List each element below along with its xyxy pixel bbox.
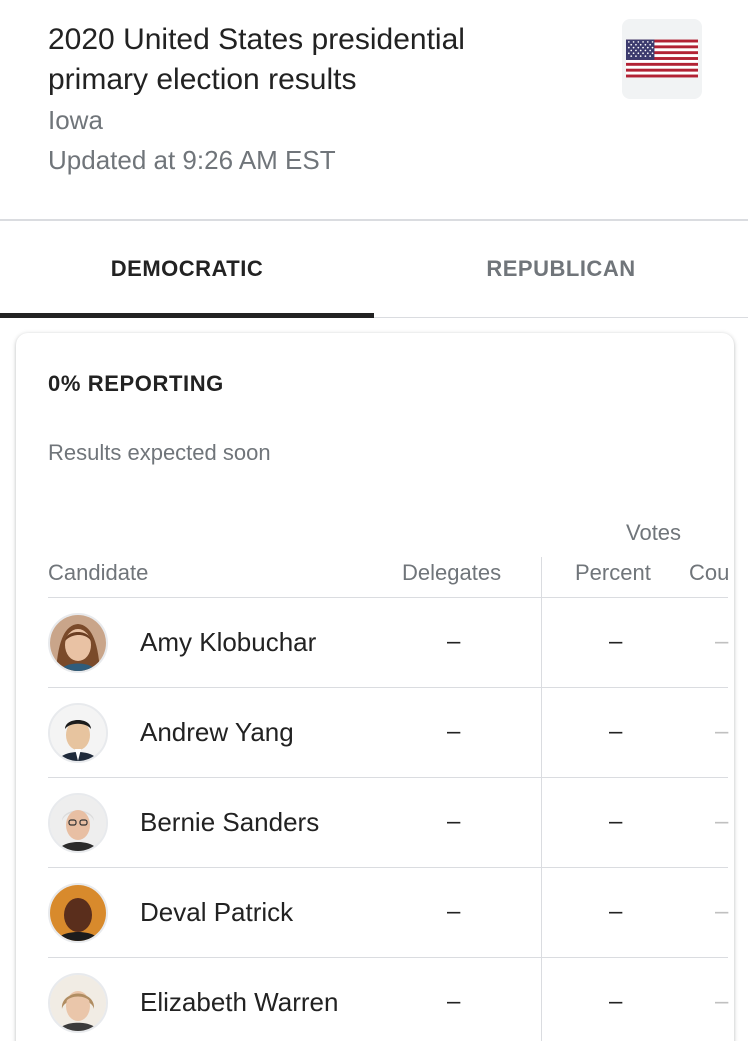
us-flag-graphic <box>626 39 698 78</box>
tab-democratic[interactable]: DEMOCRATIC <box>0 221 374 317</box>
candidate-name: Andrew Yang <box>140 717 294 747</box>
table-row[interactable]: Bernie Sanders – – – <box>48 778 734 868</box>
candidate-photo-icon <box>50 975 106 1031</box>
candidate-name: Elizabeth Warren <box>140 987 339 1017</box>
results-expected-note: Results expected soon <box>48 440 271 465</box>
delegates-value: – <box>447 628 461 655</box>
avatar <box>48 703 108 763</box>
percent-value: – <box>609 628 623 655</box>
delegates-value: – <box>447 718 461 745</box>
count-value: – <box>715 898 729 925</box>
table-row[interactable]: Deval Patrick – – – <box>48 868 734 958</box>
table-row[interactable]: Andrew Yang – – – <box>48 688 734 778</box>
table-row[interactable]: Amy Klobuchar – – – <box>48 598 734 688</box>
percent-value: – <box>609 988 623 1015</box>
results-card: 0% REPORTING Results expected soon Votes… <box>16 333 734 1041</box>
table-row[interactable]: Elizabeth Warren – – – <box>48 958 734 1041</box>
state-label: Iowa <box>48 105 103 135</box>
delegates-value: – <box>447 808 461 835</box>
percent-value: – <box>609 898 623 925</box>
candidate-photo-icon <box>50 885 106 941</box>
reporting-status: 0% REPORTING <box>48 371 224 396</box>
count-value: – <box>715 718 729 745</box>
results-header: 2020 United States presidential primary … <box>0 0 748 220</box>
avatar <box>48 973 108 1033</box>
column-header-delegates: Delegates <box>402 560 502 585</box>
delegates-value: – <box>447 898 461 925</box>
count-value: – <box>715 628 729 655</box>
percent-value: – <box>609 808 623 835</box>
candidate-photo-icon <box>50 795 106 851</box>
delegates-value: – <box>447 988 461 1015</box>
column-header-candidate: Candidate <box>48 560 149 585</box>
us-flag-icon <box>622 19 702 99</box>
percent-value: – <box>609 718 623 745</box>
selected-tab-indicator <box>0 313 374 318</box>
tab-republican[interactable]: REPUBLICAN <box>374 221 748 317</box>
candidate-name: Bernie Sanders <box>140 807 320 837</box>
page-title: 2020 United States presidential primary … <box>48 23 465 96</box>
count-value: – <box>715 988 729 1015</box>
updated-timestamp: Updated at 9:26 AM EST <box>48 145 336 175</box>
candidate-name: Deval Patrick <box>140 897 294 927</box>
candidate-photo-icon <box>50 615 106 671</box>
column-header-count: Cou <box>689 560 730 585</box>
candidate-name: Amy Klobuchar <box>140 627 317 657</box>
votes-group-header: Votes <box>626 520 682 545</box>
avatar <box>48 613 108 673</box>
party-tabs: DEMOCRATIC REPUBLICAN <box>0 221 748 319</box>
avatar <box>48 793 108 853</box>
count-value: – <box>715 808 729 835</box>
avatar <box>48 883 108 943</box>
candidate-photo-icon <box>50 705 106 761</box>
column-header-percent: Percent <box>575 560 651 585</box>
